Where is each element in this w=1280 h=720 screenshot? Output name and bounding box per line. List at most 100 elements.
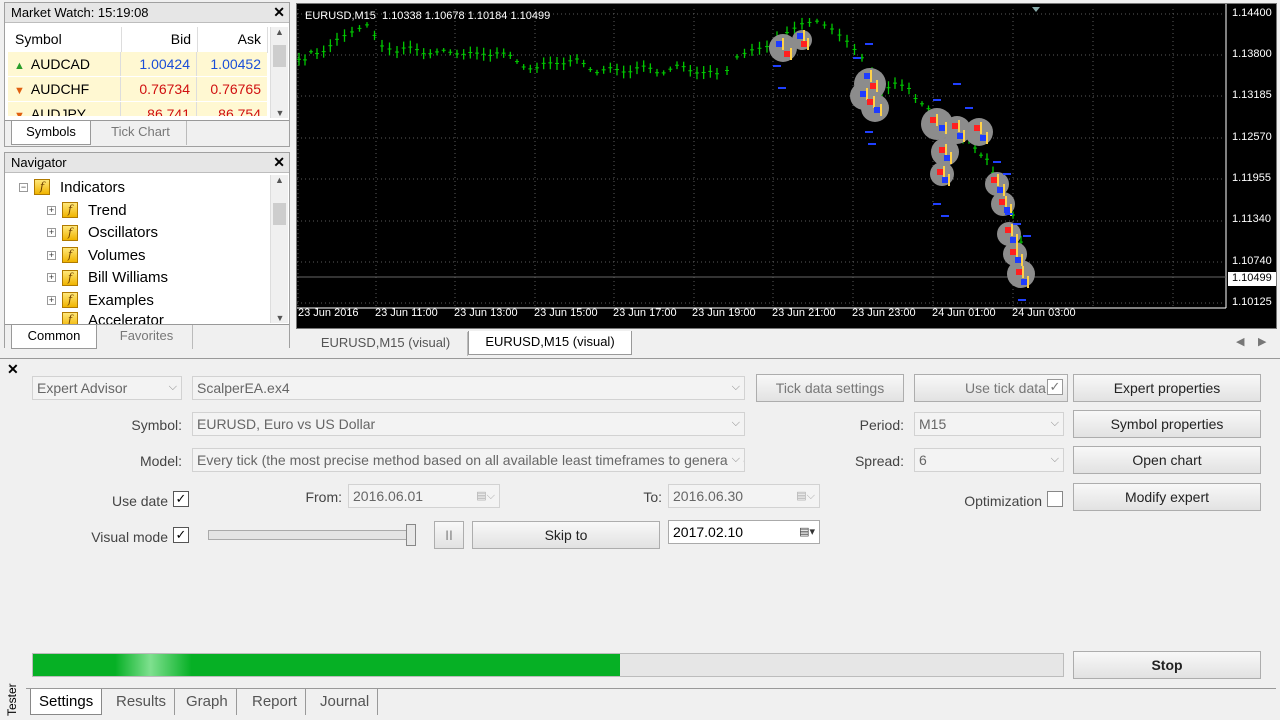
- buy-order-icon: [939, 125, 945, 131]
- sell-order-icon: [1005, 227, 1011, 233]
- chart-tab-2[interactable]: EURUSD,M15 (visual): [468, 331, 632, 355]
- close-icon[interactable]: ✕: [7, 361, 19, 378]
- from-date-field[interactable]: 2016.06.01 ▤⌵: [348, 484, 500, 508]
- column-header-symbol[interactable]: Symbol: [9, 27, 122, 53]
- list-item[interactable]: ▼ AUDJPY 86.741 86.754: [8, 102, 267, 116]
- bid-cell: 1.00424: [121, 52, 197, 76]
- from-label: From:: [305, 489, 342, 505]
- close-icon[interactable]: ✕: [273, 4, 285, 21]
- chart-tab-1[interactable]: EURUSD,M15 (visual): [304, 332, 468, 356]
- expert-select[interactable]: ScalperEA.ex4 ⌵: [192, 376, 745, 400]
- nav-item-volumes[interactable]: + f Volumes: [47, 244, 146, 266]
- speed-slider-track[interactable]: [208, 530, 416, 540]
- optimization-checkbox[interactable]: [1047, 491, 1063, 507]
- nav-item-bill-williams[interactable]: + f Bill Williams: [47, 267, 168, 289]
- expand-icon[interactable]: +: [47, 205, 56, 215]
- chevron-down-icon: ⌵: [727, 453, 740, 466]
- tick-data-settings-button[interactable]: Tick data settings: [756, 374, 904, 402]
- nav-item-label: Bill Williams: [88, 269, 168, 287]
- scroll-thumb[interactable]: [273, 203, 286, 225]
- expand-icon[interactable]: +: [47, 228, 56, 238]
- sell-order-icon: [937, 169, 943, 175]
- spread-select[interactable]: 6 ⌵: [914, 448, 1064, 472]
- nav-item-label: Oscillators: [88, 224, 159, 242]
- tab-favorites[interactable]: Favorites: [101, 325, 193, 349]
- scroll-down-icon[interactable]: ▼: [271, 108, 289, 118]
- modify-expert-button[interactable]: Modify expert: [1073, 483, 1261, 511]
- symbol-properties-button[interactable]: Symbol properties: [1073, 410, 1261, 438]
- to-date-field[interactable]: 2016.06.30 ▤⌵: [668, 484, 820, 508]
- market-watch-tabbar: Symbols Tick Chart: [5, 120, 289, 146]
- tab-settings[interactable]: Settings: [30, 689, 103, 715]
- stop-button[interactable]: Stop: [1073, 651, 1261, 679]
- chevron-right-icon[interactable]: ▶: [1258, 335, 1266, 348]
- symbol-select[interactable]: EURUSD, Euro vs US Dollar ⌵: [192, 412, 745, 436]
- visual-mode-checkbox[interactable]: ✓: [173, 527, 189, 543]
- tab-common[interactable]: Common: [11, 325, 97, 349]
- expand-icon[interactable]: +: [47, 273, 56, 283]
- tab-journal[interactable]: Journal: [312, 689, 379, 715]
- tab-report[interactable]: Report: [244, 689, 307, 715]
- nav-item-examples[interactable]: + f Examples: [47, 289, 154, 311]
- tab-results[interactable]: Results: [108, 689, 176, 715]
- market-watch-scrollbar[interactable]: ▲ ▼: [270, 27, 288, 118]
- indicator-icon: f: [62, 269, 78, 286]
- nav-item-accelerator[interactable]: f Accelerator: [47, 312, 164, 324]
- column-header-bid[interactable]: Bid: [122, 27, 198, 53]
- price-chart[interactable]: EURUSD,M15 1.10338 1.10678 1.10184 1.104…: [296, 3, 1277, 329]
- calendar-icon[interactable]: ▤▾: [799, 525, 815, 538]
- model-label: Model:: [139, 453, 182, 469]
- scroll-thumb[interactable]: [273, 45, 286, 67]
- column-header-ask[interactable]: Ask: [198, 27, 268, 53]
- pause-button[interactable]: II: [434, 521, 464, 549]
- chevron-left-icon[interactable]: ◀: [1236, 335, 1244, 348]
- sell-order-icon: [1016, 269, 1022, 275]
- scroll-down-icon[interactable]: ▼: [271, 313, 289, 323]
- nav-item-label: Trend: [88, 201, 127, 219]
- nav-item-label: Examples: [88, 291, 154, 309]
- period-select[interactable]: M15 ⌵: [914, 412, 1064, 436]
- use-tick-data-box[interactable]: Use tick data: [914, 374, 1068, 402]
- trade-cluster: [965, 118, 993, 146]
- nav-item-oscillators[interactable]: + f Oscillators: [47, 222, 158, 244]
- collapse-icon[interactable]: −: [19, 182, 28, 192]
- expert-properties-button[interactable]: Expert properties: [1073, 374, 1261, 402]
- calendar-icon[interactable]: ▤⌵: [476, 489, 495, 503]
- open-chart-button[interactable]: Open chart: [1073, 446, 1261, 474]
- tab-symbols[interactable]: Symbols: [11, 121, 91, 145]
- model-select[interactable]: Every tick (the most precise method base…: [192, 448, 745, 472]
- close-icon[interactable]: ✕: [273, 154, 285, 171]
- chevron-down-icon: ⌵: [168, 381, 177, 393]
- expand-icon[interactable]: +: [47, 295, 56, 305]
- nav-item-label: Accelerator: [88, 312, 164, 324]
- expand-icon[interactable]: +: [47, 250, 56, 260]
- list-item[interactable]: ▼ AUDCHF 0.76734 0.76765: [8, 77, 267, 102]
- test-type-select[interactable]: Expert Advisor ⌵: [32, 376, 182, 400]
- use-tick-data-checkbox[interactable]: ✓: [1047, 379, 1063, 395]
- skip-to-date-field[interactable]: 2017.02.10 ▤▾: [668, 520, 820, 544]
- bid-cell: 86.741: [121, 102, 197, 116]
- spread-label: Spread:: [854, 453, 904, 469]
- nav-item-trend[interactable]: + f Trend: [47, 199, 127, 221]
- skip-to-button[interactable]: Skip to: [472, 521, 660, 549]
- ask-cell: 0.76765: [197, 77, 267, 101]
- list-item[interactable]: ▲ AUDCAD 1.00424 1.00452: [8, 52, 267, 77]
- calendar-icon[interactable]: ▤⌵: [796, 489, 815, 503]
- scroll-up-icon[interactable]: ▲: [271, 27, 288, 37]
- arrow-down-icon: ▼: [14, 110, 25, 116]
- navigator-scrollbar[interactable]: ▲ ▼: [270, 175, 288, 323]
- chart-canvas[interactable]: [297, 4, 1276, 328]
- tab-tick-chart[interactable]: Tick Chart: [95, 121, 187, 145]
- use-date-checkbox[interactable]: ✓: [173, 491, 189, 507]
- tab-graph[interactable]: Graph: [178, 689, 237, 715]
- speed-slider-thumb[interactable]: [406, 524, 416, 546]
- market-watch-title: Market Watch: 15:19:08: [5, 3, 289, 23]
- price-axis-label: 1.11340: [1232, 213, 1271, 225]
- buy-order-icon: [997, 187, 1003, 193]
- time-axis-label: 23 Jun 17:00: [613, 307, 677, 319]
- time-axis-label: 23 Jun 2016: [298, 307, 359, 319]
- indicator-icon: f: [62, 224, 78, 241]
- time-axis-label: 24 Jun 03:00: [1012, 307, 1076, 319]
- nav-item-indicators[interactable]: − f Indicators: [19, 176, 125, 198]
- scroll-up-icon[interactable]: ▲: [271, 175, 288, 185]
